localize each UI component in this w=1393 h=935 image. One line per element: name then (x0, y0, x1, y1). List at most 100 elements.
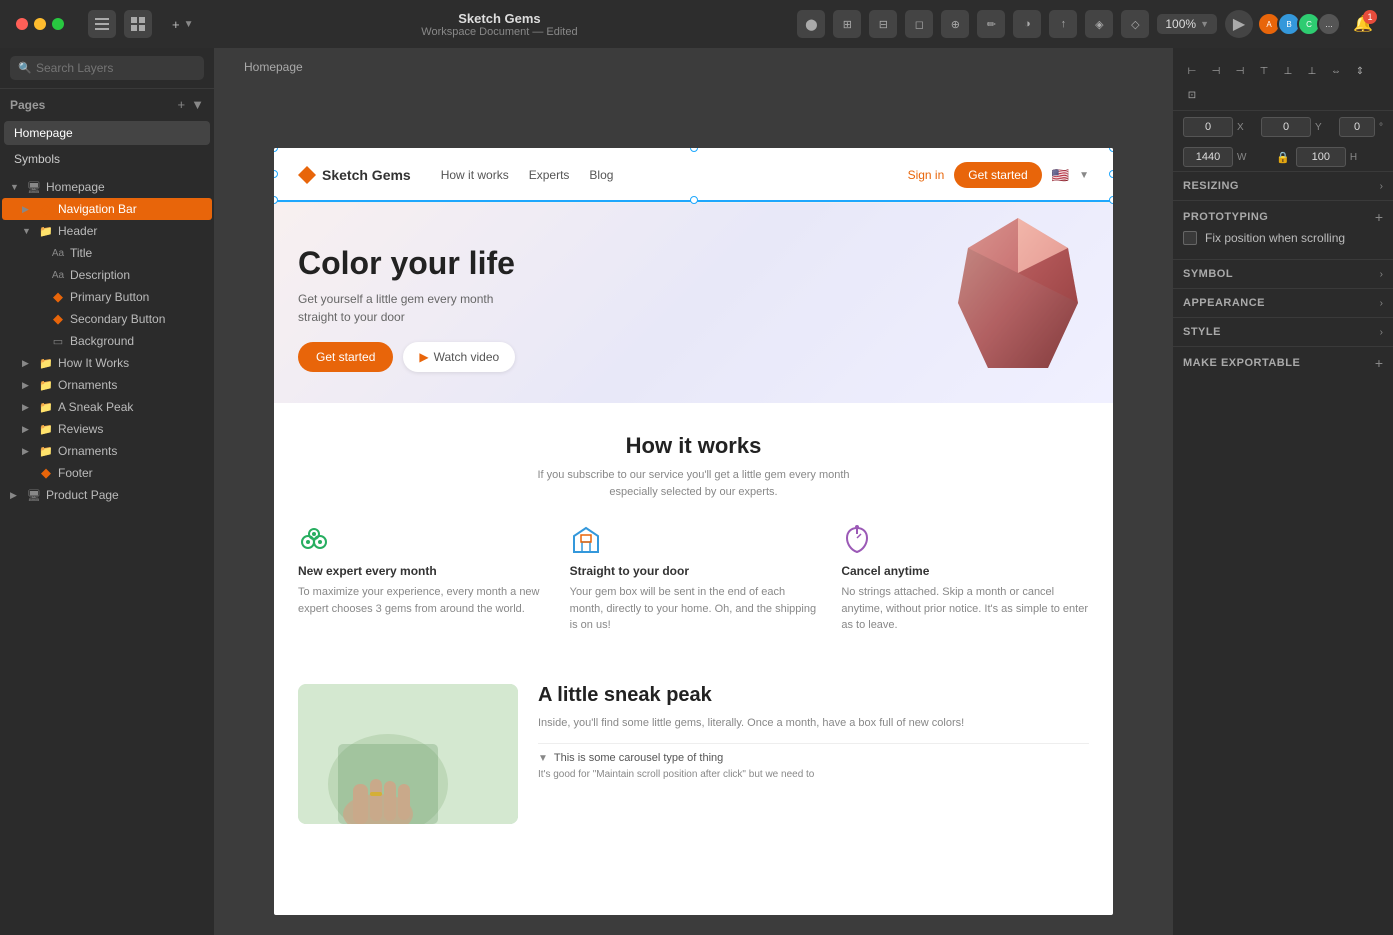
layer-navigation-bar[interactable]: ▶ ◆ Navigation Bar (2, 198, 212, 220)
carousel-header: ▼ This is some carousel type of thing (538, 752, 1089, 764)
fix-position-label: Fix position when scrolling (1205, 231, 1345, 245)
handle-top[interactable] (690, 148, 698, 152)
layer-ornaments-1[interactable]: ▶ 📁 Ornaments (2, 374, 212, 396)
add-page-button[interactable]: + (178, 97, 186, 112)
align-center-v-icon[interactable]: ⊥ (1277, 60, 1299, 82)
layer-product-page[interactable]: ▶ 🖥 Product Page (2, 484, 212, 506)
align-bottom-icon[interactable]: ⊥ (1301, 60, 1323, 82)
distribute-h-icon[interactable]: ⇔ (1325, 60, 1347, 82)
export-tool-icon[interactable]: ↑ (1049, 10, 1077, 38)
symbol-icon: ◆ (50, 289, 66, 305)
handle-tr[interactable] (1109, 148, 1113, 152)
symbols-icon[interactable]: ◇ (1121, 10, 1149, 38)
handle-right[interactable] (1109, 170, 1113, 178)
symbol-header[interactable]: SYMBOL › (1183, 268, 1383, 280)
layer-reviews[interactable]: ▶ 📁 Reviews (2, 418, 212, 440)
canvas-area[interactable]: Homepage (214, 48, 1173, 935)
page-item-homepage[interactable]: Homepage (4, 121, 210, 145)
vector-tool-icon[interactable]: ✏ (977, 10, 1005, 38)
width-input[interactable]: 1440 (1183, 147, 1233, 167)
folder-icon: 📁 (38, 421, 54, 437)
layer-title[interactable]: Aa Title (2, 242, 212, 264)
fullscreen-button[interactable] (52, 18, 64, 30)
distribute-tool-icon[interactable]: ⊟ (869, 10, 897, 38)
style-header[interactable]: STYLE › (1183, 326, 1383, 338)
chevron-down-icon: ▼ (10, 182, 22, 192)
titlebar-icons (88, 10, 152, 38)
prototyping-add-icon[interactable]: + (1375, 209, 1383, 225)
chevron-right-icon: ▶ (10, 490, 22, 501)
transform-tool-icon[interactable]: ◻ (905, 10, 933, 38)
chevron-right-icon: ▶ (22, 446, 34, 457)
rpanel-toolbar: ⊢ ⊣ ⊣ ⊤ ⊥ ⊥ ⇔ ⇕ ⊡ (1173, 56, 1393, 111)
hero-watchvideo-button[interactable]: ▶ Watch video (403, 342, 515, 372)
layer-primary-button[interactable]: ◆ Primary Button (2, 286, 212, 308)
x-label: X (1237, 122, 1244, 133)
layer-description[interactable]: Aa Description (2, 264, 212, 286)
layer-secondary-button[interactable]: ◆ Secondary Button (2, 308, 212, 330)
feature-1-title: New expert every month (298, 564, 546, 578)
x-field: 0 X (1183, 117, 1255, 137)
handle-tl[interactable] (274, 148, 278, 152)
minimize-button[interactable] (34, 18, 46, 30)
layer-background[interactable]: ▭ Background (2, 330, 212, 352)
zoom-control[interactable]: 100% ▼ (1157, 14, 1217, 34)
align-top-icon[interactable]: ⊤ (1253, 60, 1275, 82)
exportable-add-icon[interactable]: + (1375, 355, 1383, 371)
align-canvas-icon[interactable]: ⊡ (1181, 84, 1203, 106)
boolean-tool-icon[interactable]: ⊕ (941, 10, 969, 38)
layer-homepage[interactable]: ▼ 🖥 Homepage (2, 176, 212, 198)
symbol-icon: ◆ (50, 311, 66, 327)
align-right-icon[interactable]: ⊣ (1229, 60, 1251, 82)
h-label: H (1350, 152, 1357, 163)
how-works-desc: If you subscribe to our service you'll g… (298, 467, 1089, 500)
resizing-header[interactable]: RESIZING › (1183, 180, 1383, 192)
search-input[interactable] (10, 56, 204, 80)
add-layer-button[interactable]: + ▼ (164, 14, 202, 35)
pages-menu-button[interactable]: ▼ (191, 97, 204, 112)
rectangle-icon: ▭ (50, 333, 66, 349)
align-left-icon[interactable]: ⊢ (1181, 60, 1203, 82)
components-icon[interactable]: ◈ (1085, 10, 1113, 38)
y-input[interactable]: 0 (1261, 117, 1311, 137)
fix-position-checkbox[interactable] (1183, 231, 1197, 245)
distribute-v-icon[interactable]: ⇕ (1349, 60, 1371, 82)
layer-how-it-works[interactable]: ▶ 📁 How It Works (2, 352, 212, 374)
chevron-down-icon: ▼ (538, 753, 548, 764)
preview-button[interactable]: ▶ (1225, 10, 1253, 38)
handle-left[interactable] (274, 170, 278, 178)
lock-proportions-icon[interactable]: 🔒 (1276, 151, 1290, 164)
hero-getstarted-button[interactable]: Get started (298, 342, 393, 372)
notification-button[interactable]: 🔔 1 (1349, 10, 1377, 38)
sneak-image (298, 684, 518, 824)
align-center-h-icon[interactable]: ⊣ (1205, 60, 1227, 82)
feature-3-title: Cancel anytime (841, 564, 1089, 578)
layer-footer[interactable]: ◆ Footer (2, 462, 212, 484)
w-label: W (1237, 152, 1246, 163)
rotation-input[interactable] (1339, 117, 1375, 137)
feature-2-desc: Your gem box will be sent in the end of … (570, 584, 818, 634)
layer-sneak-peak[interactable]: ▶ 📁 A Sneak Peak (2, 396, 212, 418)
style-arrow-icon: › (1380, 327, 1383, 338)
search-icon: 🔍 (18, 62, 32, 75)
insert-tool-icon[interactable]: ⬤ (797, 10, 825, 38)
layer-header[interactable]: ▼ 📁 Header (2, 220, 212, 242)
close-button[interactable] (16, 18, 28, 30)
resizing-section: RESIZING › (1173, 171, 1393, 200)
appearance-section: APPEARANCE › (1173, 288, 1393, 317)
x-input[interactable]: 0 (1183, 117, 1233, 137)
feature-1: New expert every month To maximize your … (298, 524, 546, 634)
mask-tool-icon[interactable]: ◑ (1013, 10, 1041, 38)
sidebar-toggle-icon[interactable] (88, 10, 116, 38)
notification-badge: 1 (1363, 10, 1377, 24)
prototyping-section: PROTOTYPING + Fix position when scrollin… (1173, 200, 1393, 259)
layer-ornaments-2[interactable]: ▶ 📁 Ornaments (2, 440, 212, 462)
exportable-header[interactable]: MAKE EXPORTABLE + (1183, 355, 1383, 371)
prototyping-header[interactable]: PROTOTYPING + (1183, 209, 1383, 225)
exportable-title: MAKE EXPORTABLE (1183, 357, 1300, 369)
align-tool-icon[interactable]: ⊞ (833, 10, 861, 38)
grid-toggle-icon[interactable] (124, 10, 152, 38)
height-input[interactable]: 100 (1296, 147, 1346, 167)
page-item-symbols[interactable]: Symbols (4, 147, 210, 171)
appearance-header[interactable]: APPEARANCE › (1183, 297, 1383, 309)
